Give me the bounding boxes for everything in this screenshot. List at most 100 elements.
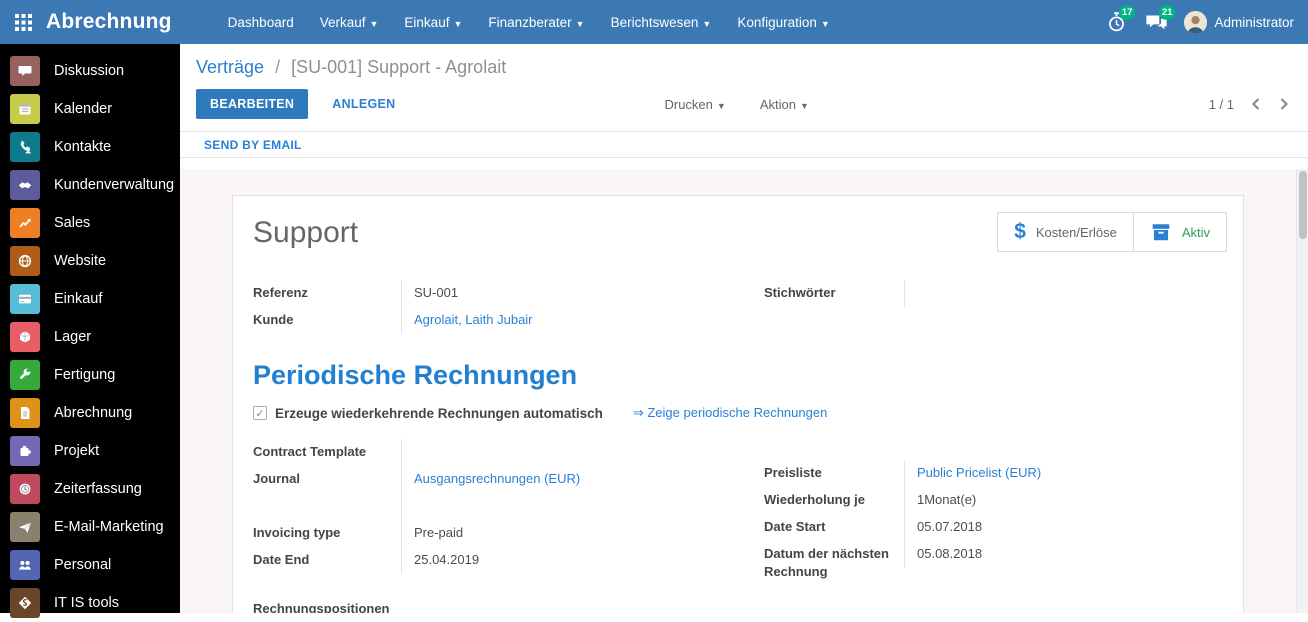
sidebar-item-label: Fertigung bbox=[54, 367, 116, 383]
sidebar-item-it-is-tools[interactable]: IT IS tools bbox=[0, 584, 180, 622]
scrollbar-thumb[interactable] bbox=[1299, 171, 1307, 239]
wrench-icon bbox=[10, 360, 40, 390]
sidebar-item-kundenverwaltung[interactable]: Kundenverwaltung bbox=[0, 166, 180, 204]
field-value-date-end: 25.04.2019 bbox=[401, 547, 736, 574]
apps-grid-icon[interactable] bbox=[0, 0, 46, 44]
field-label-preisliste: Preisliste bbox=[764, 465, 822, 480]
field-value-journal-link[interactable]: Ausgangsrechnungen (EUR) bbox=[401, 466, 736, 493]
field-value-kunde-link[interactable]: Agrolait, Laith Jubair bbox=[401, 307, 736, 334]
field-value-stichwoerter[interactable] bbox=[904, 280, 1219, 307]
sidebar-item-kontakte[interactable]: Kontakte bbox=[0, 128, 180, 166]
field-date-start: Date Start 05.07.2018 bbox=[764, 514, 1219, 541]
sidebar-item-projekt[interactable]: Projekt bbox=[0, 432, 180, 470]
menu-einkauf[interactable]: Einkauf ▼ bbox=[394, 8, 472, 37]
sidebar-item-label: Kundenverwaltung bbox=[54, 177, 175, 193]
sidebar-item-website[interactable]: Website bbox=[0, 242, 180, 280]
attendance-clock-icon[interactable]: 17 bbox=[1104, 5, 1136, 34]
sidebar-item-label: IT IS tools bbox=[54, 595, 120, 611]
sidebar-item-label: Kalender bbox=[54, 101, 113, 117]
field-label-spacer bbox=[253, 493, 401, 497]
sidebar-item-sales[interactable]: Sales bbox=[0, 204, 180, 242]
create-button[interactable]: ANLEGEN bbox=[322, 89, 405, 119]
field-invoicing-type: Invoicing type Pre-paid bbox=[253, 520, 736, 547]
menu-label: Finanzberater bbox=[488, 14, 572, 30]
breadcrumb-separator: / bbox=[275, 57, 281, 77]
sidebar-item-abrechnung[interactable]: Abrechnung bbox=[0, 394, 180, 432]
messages-chat-icon[interactable]: 21 bbox=[1144, 5, 1176, 34]
recurring-invoices-row: ✓ Erzeuge wiederkehrende Rechnungen auto… bbox=[253, 405, 1219, 421]
sales-chart-icon bbox=[10, 208, 40, 238]
action-dropdowns: Drucken ▼ Aktion ▼ bbox=[660, 91, 812, 118]
sidebar-item-kalender[interactable]: Kalender bbox=[0, 90, 180, 128]
active-archive-button[interactable]: Aktiv bbox=[1132, 213, 1226, 251]
user-menu[interactable]: Administrator bbox=[1184, 10, 1294, 34]
breadcrumb: Verträge / [SU-001] Support - Agrolait bbox=[196, 54, 1292, 80]
recurring-group-left: Contract Template Journal Ausgangsrechnu… bbox=[253, 439, 736, 581]
field-label-next-invoice-date: Datum der nächsten Rechnung bbox=[764, 546, 889, 579]
menu-finanzberater[interactable]: Finanzberater ▼ bbox=[478, 8, 594, 37]
sidebar-item-label: E-Mail-Marketing bbox=[54, 519, 164, 535]
menu-berichtswesen[interactable]: Berichtswesen ▼ bbox=[601, 8, 722, 37]
field-contract-template: Contract Template bbox=[253, 439, 736, 466]
field-value-contract-template[interactable] bbox=[401, 439, 736, 466]
field-journal: Journal Ausgangsrechnungen (EUR) bbox=[253, 466, 736, 493]
send-by-email-button[interactable]: SEND BY EMAIL bbox=[204, 138, 302, 152]
archive-icon bbox=[1150, 223, 1172, 241]
diamond-tools-icon bbox=[10, 588, 40, 618]
menu-konfiguration[interactable]: Konfiguration ▼ bbox=[727, 8, 839, 37]
sidebar-item-label: Lager bbox=[54, 329, 92, 345]
sidebar-item-einkauf[interactable]: Einkauf bbox=[0, 280, 180, 318]
field-value-empty bbox=[904, 307, 1219, 334]
puzzle-icon bbox=[10, 436, 40, 466]
vertical-scrollbar[interactable] bbox=[1296, 169, 1308, 613]
pager-next-icon[interactable] bbox=[1277, 95, 1292, 113]
breadcrumb-current: [SU-001] Support - Agrolait bbox=[291, 57, 507, 77]
print-dropdown[interactable]: Drucken ▼ bbox=[660, 91, 729, 118]
field-spacer bbox=[253, 493, 736, 520]
sidebar-item-diskussion[interactable]: Diskussion bbox=[0, 52, 180, 90]
chevron-down-icon: ▼ bbox=[369, 18, 379, 29]
control-panel: Verträge / [SU-001] Support - Agrolait B… bbox=[180, 44, 1308, 131]
sidebar-item-lager[interactable]: Lager bbox=[0, 318, 180, 356]
pager-previous-icon[interactable] bbox=[1248, 95, 1263, 113]
people-group-icon bbox=[10, 550, 40, 580]
field-row-empty bbox=[764, 307, 1219, 334]
menu-verkauf[interactable]: Verkauf ▼ bbox=[310, 8, 389, 37]
timer-clock-icon bbox=[10, 474, 40, 504]
field-label-date-start: Date Start bbox=[764, 519, 826, 534]
sidebar-item-email-marketing[interactable]: E-Mail-Marketing bbox=[0, 508, 180, 546]
field-next-invoice-date: Datum der nächsten Rechnung 05.08.2018 bbox=[764, 541, 1219, 581]
action-dropdown[interactable]: Aktion ▼ bbox=[756, 91, 813, 118]
field-label-journal: Journal bbox=[253, 471, 300, 486]
form-view-area: $ Kosten/Erlöse Aktiv Support Referenz S… bbox=[180, 169, 1308, 613]
menu-dashboard[interactable]: Dashboard bbox=[218, 8, 304, 37]
menu-label: Einkauf bbox=[404, 14, 450, 30]
costs-revenues-label: Kosten/Erlöse bbox=[1035, 224, 1117, 240]
sidebar-item-label: Personal bbox=[54, 557, 112, 573]
field-value-date-start: 05.07.2018 bbox=[904, 514, 1219, 541]
menu-label: Konfiguration bbox=[737, 14, 817, 30]
show-recurring-invoices-link[interactable]: ⇒ Zeige periodische Rechnungen bbox=[633, 405, 827, 421]
edit-button[interactable]: BEARBEITEN bbox=[196, 89, 309, 119]
field-value-wiederholung: 1Monat(e) bbox=[904, 487, 1219, 514]
sidebar-item-label: Sales bbox=[54, 215, 91, 231]
top-menu: Dashboard Verkauf ▼ Einkauf ▼ Finanzberate… bbox=[218, 8, 840, 37]
menu-label: Dashboard bbox=[227, 14, 294, 30]
sidebar-item-zeiterfassung[interactable]: Zeiterfassung bbox=[0, 470, 180, 508]
recurring-invoices-checkbox[interactable]: ✓ bbox=[253, 406, 267, 420]
recurring-field-group: Contract Template Journal Ausgangsrechnu… bbox=[253, 439, 1219, 581]
invoice-lines-label: Rechnungspositionen bbox=[253, 601, 390, 613]
field-label-referenz: Referenz bbox=[253, 285, 308, 300]
sidebar-item-label: Projekt bbox=[54, 443, 100, 459]
calendar-icon bbox=[10, 94, 40, 124]
top-field-group: Referenz SU-001 Kunde Agrolait, Laith Ju… bbox=[253, 280, 1219, 334]
field-label-kunde: Kunde bbox=[253, 312, 294, 327]
costs-revenues-button[interactable]: $ Kosten/Erlöse bbox=[998, 213, 1133, 251]
sidebar-item-fertigung[interactable]: Fertigung bbox=[0, 356, 180, 394]
sidebar-item-personal[interactable]: Personal bbox=[0, 546, 180, 584]
field-stichwoerter: Stichwörter bbox=[764, 280, 1219, 307]
chevron-down-icon: ▼ bbox=[716, 100, 726, 111]
breadcrumb-vertraege-link[interactable]: Verträge bbox=[196, 57, 264, 77]
chevron-down-icon: ▼ bbox=[702, 18, 712, 29]
field-value-preisliste-link[interactable]: Public Pricelist (EUR) bbox=[904, 460, 1219, 487]
